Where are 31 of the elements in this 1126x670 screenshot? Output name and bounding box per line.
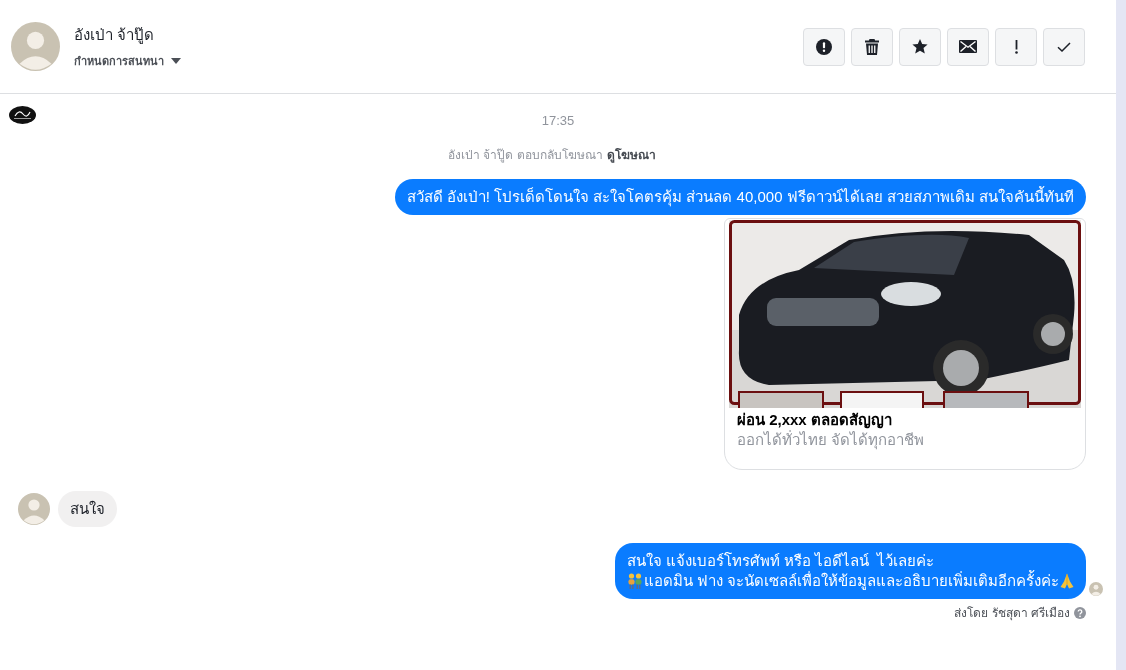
exclamation-icon <box>1014 39 1018 54</box>
star-button[interactable] <box>899 27 941 66</box>
alert-circle-icon <box>816 38 832 55</box>
message-text: สนใจ <box>70 499 105 519</box>
message-text: สนใจ แจ้งเบอร์โทรศัพท์ หรือ ไอดีไลน์ ไว้เลยค่ะ <box>626 551 935 570</box>
timestamp: 17:35 <box>541 113 575 129</box>
ad-subtitle: ออกได้ทั่วไทย จัดได้ทุกอาชีพ <box>737 430 926 450</box>
envelope-icon <box>959 40 977 53</box>
help-icon[interactable] <box>1074 607 1086 619</box>
mail-button[interactable] <box>947 27 989 66</box>
delete-button[interactable] <box>851 27 893 66</box>
page-logo-icon <box>9 106 36 124</box>
checkmark-icon <box>1057 41 1071 52</box>
trash-icon <box>865 38 879 55</box>
ad-card[interactable]: ผ่อน 2,xxx ตลอดสัญญา ออกได้ทั่วไทย จัดได้ทุกอาชีพ <box>724 218 1086 470</box>
avatar-icon <box>18 493 50 525</box>
view-ad-link[interactable]: ดูโฆษณา <box>606 147 656 163</box>
caret-down-icon[interactable] <box>171 58 181 64</box>
people-emoji-icon <box>626 573 643 589</box>
report-button[interactable] <box>803 27 845 66</box>
contact-name: อังเป่า จ้าปู๊ด <box>74 25 156 45</box>
praying-hands-icon <box>1060 573 1074 589</box>
sent-by-text: ส่งโดย รัชสุดา ศรีเมือง <box>954 605 1070 621</box>
ad-title: ผ่อน 2,xxx ตลอดสัญญา <box>737 410 893 430</box>
star-icon <box>912 39 928 54</box>
conversation-menu-label[interactable]: กำหนดการสนทนา <box>74 54 164 68</box>
message-text: สวัสดี อังเป่า! โปรเด็ดโดนใจ สะใจโคตรคุ้ม ส่วนลด 40,000 ฟรีดาวน์ได้เลย สวยสภาพเดิม สนใจคันนี้ทันที <box>406 187 1074 207</box>
avatar-icon <box>11 22 60 71</box>
message-text: แอดมิน ฟาง จะนัดเซลล์เพื่อให้ข้อมูลและอธิบายเพิ่มเติมอีกครั้งค่ะ <box>643 571 1059 591</box>
scrollbar-track[interactable] <box>1116 0 1126 670</box>
ad-reply-note: อังเป่า จ้าปู๊ด ตอบกลับโฆษณา <box>448 147 603 163</box>
